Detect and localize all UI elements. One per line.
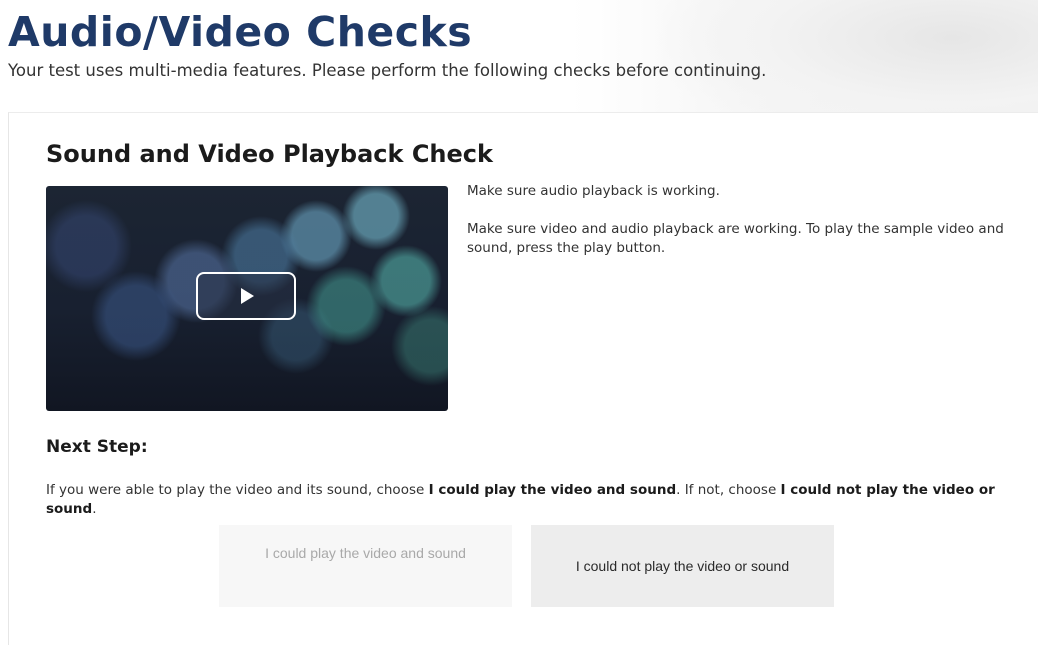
could-not-play-button[interactable]: I could not play the video or sound	[531, 525, 834, 607]
page: Audio/Video Checks Your test uses multi-…	[0, 0, 1038, 645]
instruction-text-3: .	[92, 501, 97, 517]
could-play-button[interactable]: I could play the video and sound	[219, 525, 512, 607]
instruction-text-1: If you were able to play the video and i…	[46, 482, 429, 498]
section-title: Sound and Video Playback Check	[46, 140, 493, 168]
sample-video[interactable]	[46, 186, 448, 411]
next-step-heading: Next Step:	[46, 437, 148, 457]
instruction-text-2: . If not, choose	[676, 482, 781, 498]
play-icon	[241, 288, 254, 304]
instruction-option-yes: I could play the video and sound	[428, 482, 677, 498]
play-button[interactable]	[196, 272, 296, 320]
page-title: Audio/Video Checks	[8, 8, 473, 56]
page-subtitle: Your test uses multi-media features. Ple…	[8, 61, 767, 80]
audio-check-info: Make sure audio playback is working.	[467, 183, 720, 199]
next-step-instructions: If you were able to play the video and i…	[46, 481, 996, 519]
video-check-info: Make sure video and audio playback are w…	[467, 221, 1004, 256]
